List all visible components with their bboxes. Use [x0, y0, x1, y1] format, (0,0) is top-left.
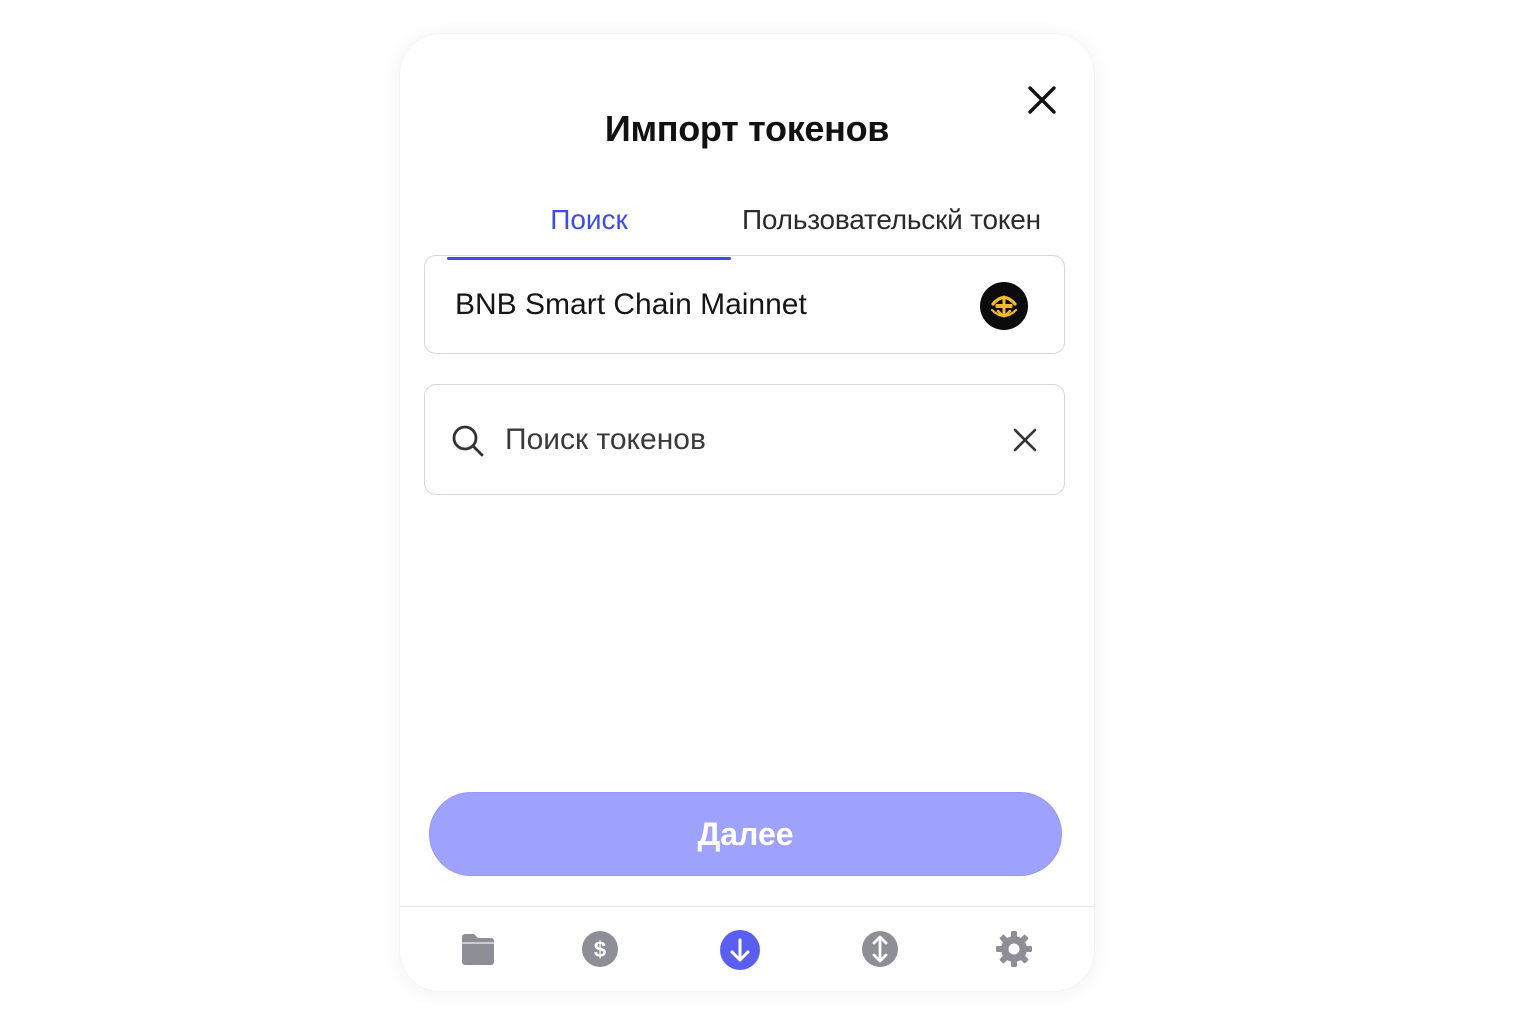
network-selector[interactable]: BNB Smart Chain Mainnet	[424, 255, 1065, 354]
nav-wallet[interactable]	[458, 929, 498, 969]
receive-arrow-icon	[720, 930, 760, 970]
import-tokens-modal: Импорт токенов Поиск Пользовательскй ток…	[400, 34, 1094, 991]
nav-swap[interactable]	[860, 929, 900, 969]
network-name: BNB Smart Chain Mainnet	[455, 288, 807, 321]
next-button[interactable]: Далее	[429, 792, 1062, 876]
close-button[interactable]	[1020, 78, 1064, 122]
swap-icon	[862, 931, 898, 967]
token-search-input[interactable]	[505, 415, 965, 465]
wallet-icon	[462, 934, 494, 965]
nav-buy[interactable]: $	[580, 929, 620, 969]
close-icon	[1028, 86, 1056, 114]
nav-receive[interactable]	[719, 929, 760, 970]
tab-custom-token[interactable]: Пользовательскй токен	[742, 204, 1041, 236]
search-icon	[452, 425, 484, 457]
bottom-navigation: $	[400, 906, 1094, 991]
bnb-logo-icon	[980, 282, 1028, 330]
modal-title: Импорт токенов	[604, 108, 890, 149]
svg-text:$: $	[594, 937, 606, 962]
nav-settings[interactable]	[994, 929, 1034, 969]
dollar-icon: $	[582, 931, 618, 967]
clear-search-icon[interactable]	[1011, 426, 1039, 454]
tab-search[interactable]: Поиск	[447, 204, 731, 236]
token-search-box	[424, 384, 1065, 495]
settings-gear-icon	[996, 931, 1032, 967]
